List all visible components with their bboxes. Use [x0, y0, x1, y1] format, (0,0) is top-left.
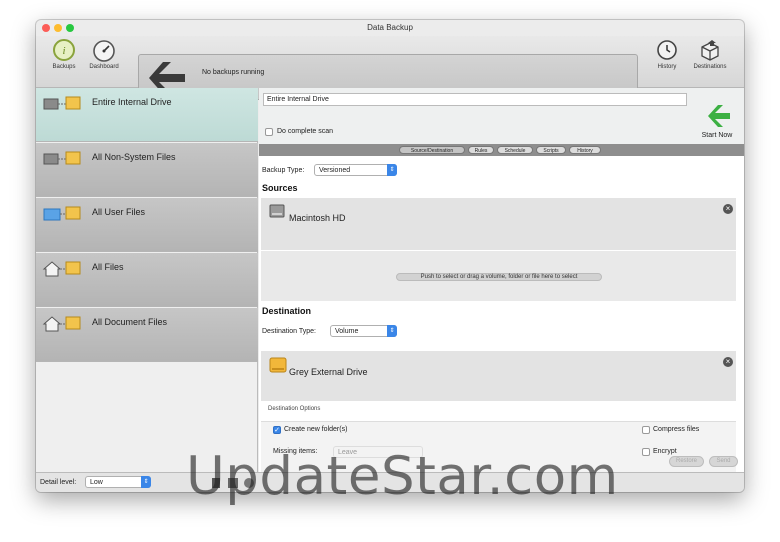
sources-heading: Sources: [262, 183, 298, 193]
tab-rules[interactable]: Rules: [468, 146, 494, 154]
destination-type-label: Destination Type:: [262, 328, 316, 335]
destination-type-value: Volume: [335, 328, 359, 335]
destination-type-select[interactable]: Volume ⇕: [330, 325, 397, 337]
svg-text:i: i: [62, 45, 65, 57]
tab-scripts[interactable]: Scripts: [536, 146, 566, 154]
toolbar: i Backups Dashboard No backups running H…: [36, 36, 744, 100]
home-backup-icon: [42, 316, 81, 332]
start-arrow-icon: [708, 105, 730, 127]
destinations-button[interactable]: Destinations: [688, 38, 732, 70]
external-drive-icon: [269, 357, 287, 373]
detail-level-value: Low: [90, 479, 103, 486]
backups-icon: i: [53, 39, 75, 61]
encrypt-checkbox[interactable]: [642, 448, 650, 456]
history-clock-icon: [657, 40, 677, 60]
restore-button[interactable]: Restore: [669, 456, 704, 467]
close-window-button[interactable]: [42, 24, 50, 32]
sidebar-item-all-non-system-files[interactable]: All Non-System Files: [36, 143, 258, 197]
hard-drive-icon: [269, 204, 285, 218]
dashboard-button[interactable]: Dashboard: [82, 38, 126, 70]
zoom-window-button[interactable]: [66, 24, 74, 32]
sidebar-item-label: All User Files: [92, 207, 146, 217]
compress-files-label: Compress files: [653, 426, 700, 433]
tab-source-destination[interactable]: Source/Destination: [399, 146, 465, 154]
backup-type-value: Versioned: [319, 167, 351, 174]
tab-history[interactable]: History: [569, 146, 601, 154]
backups-label: Backups: [52, 64, 76, 70]
backups-button[interactable]: i Backups: [42, 38, 86, 70]
window-title: Data Backup: [367, 23, 413, 32]
destination-heading: Destination: [262, 306, 312, 316]
drive-backup-icon: [43, 96, 81, 110]
history-button[interactable]: History: [645, 38, 689, 70]
send-button[interactable]: Send: [709, 456, 738, 467]
sidebar-item-all-user-files[interactable]: All User Files: [36, 198, 258, 252]
user-folder-backup-icon: [43, 206, 81, 221]
complete-scan-checkbox[interactable]: [265, 128, 273, 136]
backup-name-field[interactable]: Entire Internal Drive: [263, 93, 687, 106]
watermark-text: UpdateStar.com: [186, 446, 619, 507]
sidebar-item-label: Entire Internal Drive: [92, 97, 172, 107]
sidebar-item-label: All Files: [92, 262, 124, 272]
destinations-label: Destinations: [693, 64, 727, 70]
destinations-box-icon: [701, 40, 719, 61]
compress-files-checkbox[interactable]: [642, 426, 650, 434]
sidebar-item-all-document-files[interactable]: All Document Files: [36, 308, 258, 362]
backup-type-label: Backup Type:: [262, 167, 305, 174]
sidebar-item-label: All Non-System Files: [92, 152, 176, 162]
remove-destination-icon[interactable]: ×: [723, 357, 733, 367]
tab-bar: Source/Destination Rules Schedule Script…: [259, 144, 744, 156]
tab-schedule[interactable]: Schedule: [497, 146, 533, 154]
remove-source-icon[interactable]: ×: [723, 204, 733, 214]
detail-level-label: Detail level:: [40, 479, 77, 486]
source-select-hint[interactable]: Push to select or drag a volume, folder …: [396, 273, 602, 281]
chevron-up-down-icon: ⇕: [387, 164, 397, 176]
status-text: No backups running: [202, 69, 265, 76]
dashboard-gauge-icon: [93, 40, 115, 62]
home-backup-icon: [42, 261, 81, 277]
start-now-label: Start Now: [701, 132, 733, 139]
drive-backup-icon: [43, 151, 81, 165]
destination-item[interactable]: Grey External Drive ×: [261, 351, 736, 401]
minimize-window-button[interactable]: [54, 24, 62, 32]
source-drop-area[interactable]: Push to select or drag a volume, folder …: [261, 251, 736, 301]
sidebar-item-entire-internal-drive[interactable]: Entire Internal Drive: [36, 88, 258, 142]
source-item[interactable]: Macintosh HD ×: [261, 198, 736, 250]
chevron-up-down-icon: ⇕: [387, 325, 397, 337]
backup-header: Entire Internal Drive Do complete scan S…: [259, 88, 744, 144]
history-label: History: [657, 64, 677, 70]
complete-scan-label: Do complete scan: [277, 128, 334, 135]
backup-type-select[interactable]: Versioned ⇕: [314, 164, 397, 176]
create-folder-checkbox[interactable]: ✓: [273, 426, 281, 434]
dashboard-label: Dashboard: [89, 64, 119, 70]
detail-level-select[interactable]: Low ⇕: [85, 476, 151, 488]
backup-list-sidebar: Entire Internal Drive All Non-System Fil…: [36, 88, 258, 472]
title-bar: Data Backup: [36, 20, 744, 36]
destination-name: Grey External Drive: [289, 367, 368, 377]
destination-options-label: Destination Options: [268, 406, 321, 412]
chevron-up-down-icon: ⇕: [141, 476, 151, 488]
sidebar-item-all-files[interactable]: All Files: [36, 253, 258, 307]
source-name: Macintosh HD: [289, 213, 346, 223]
create-folder-label: Create new folder(s): [284, 426, 348, 433]
backup-detail-panel: Entire Internal Drive Do complete scan S…: [259, 88, 744, 472]
start-now-button[interactable]: Start Now: [696, 102, 738, 139]
sidebar-item-label: All Document Files: [92, 317, 168, 327]
app-window: Data Backup i Backups Dashboard No backu…: [36, 20, 744, 492]
encrypt-label: Encrypt: [653, 448, 677, 455]
